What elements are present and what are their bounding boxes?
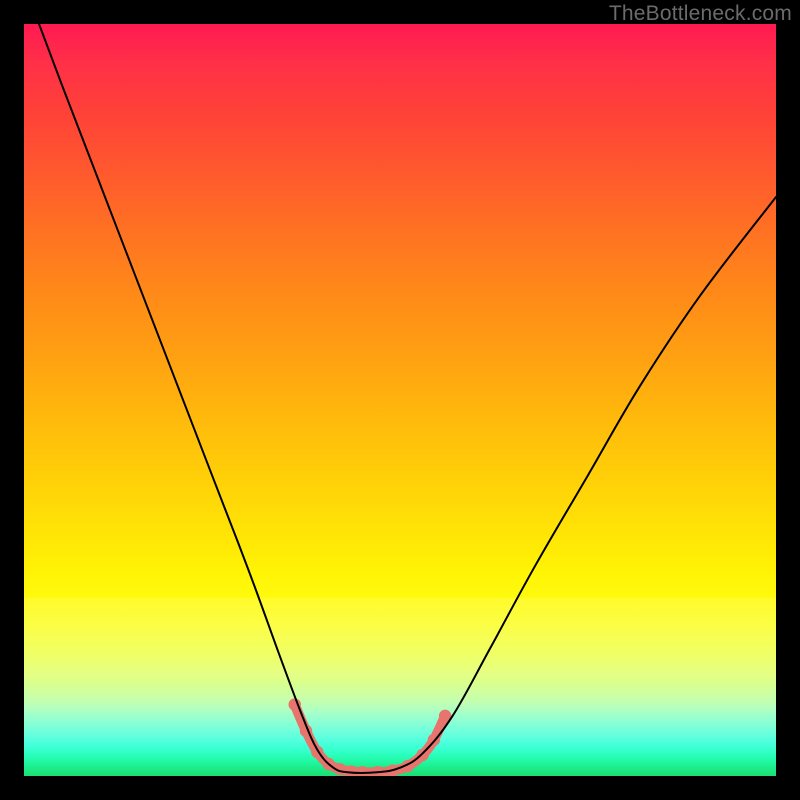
series-valley-highlight bbox=[295, 705, 445, 773]
series-main-curve bbox=[39, 24, 776, 773]
chart-svg bbox=[24, 24, 776, 776]
valley-dot bbox=[416, 749, 428, 761]
chart-frame: TheBottleneck.com bbox=[0, 0, 800, 800]
plot-area bbox=[24, 24, 776, 776]
watermark-text: TheBottleneck.com bbox=[609, 2, 792, 26]
series-group bbox=[39, 24, 776, 776]
